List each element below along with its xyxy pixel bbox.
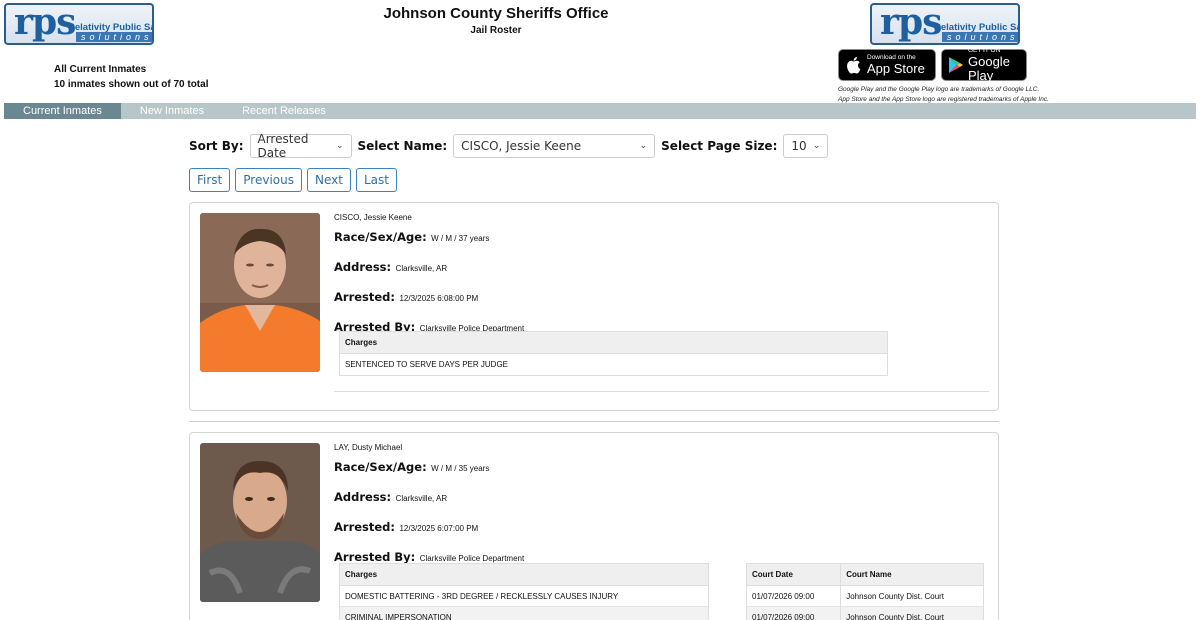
inmate-name: LAY, Dusty Michael: [334, 443, 403, 452]
charges-header: Charges: [340, 332, 887, 354]
name-select[interactable]: CISCO, Jessie Keene ⌄: [453, 134, 656, 158]
charges-table: Charges SENTENCED TO SERVE DAYS PER JUDG…: [339, 331, 888, 376]
court-table: Court Date Court Name 01/07/2026 09:00 J…: [746, 563, 984, 620]
page-title: Johnson County Sheriffs Office: [383, 5, 609, 22]
address-value: Clarksville, AR: [395, 264, 448, 273]
charges-table: Charges DOMESTIC BATTERING - 3RD DEGREE …: [339, 563, 709, 620]
previous-button[interactable]: Previous: [235, 168, 302, 192]
next-button[interactable]: Next: [306, 168, 351, 192]
name-label: Select Name:: [357, 139, 448, 153]
address-label: Address:: [334, 490, 392, 504]
sort-select[interactable]: Arrested Date ⌄: [249, 132, 352, 160]
inmate-info: CISCO, Jessie Keene Race/Sex/Age: W / M …: [334, 213, 524, 345]
address-row: Address: Clarksville, AR: [334, 258, 524, 276]
summary-count: 10 inmates shown out of 70 total: [54, 79, 209, 90]
page-subtitle: Jail Roster: [470, 25, 522, 36]
app-store-text: Download on the App Store: [867, 54, 925, 76]
rsa-value: W / M / 35 years: [431, 464, 490, 473]
court-name-header: Court Name: [841, 564, 983, 586]
arrested-value: 12/3/2025 6:08:00 PM: [399, 294, 479, 303]
inmate-info: LAY, Dusty Michael Race/Sex/Age: W / M /…: [334, 443, 524, 575]
summary-heading: All Current Inmates: [54, 64, 147, 75]
card-divider: [334, 391, 989, 392]
inmate-card: LAY, Dusty Michael Race/Sex/Age: W / M /…: [189, 432, 999, 620]
tab-current-inmates[interactable]: Current Inmates: [4, 103, 121, 119]
page-size-value: 10: [791, 139, 807, 153]
inmate-name: CISCO, Jessie Keene: [334, 213, 412, 222]
name-value: CISCO, Jessie Keene: [461, 139, 582, 153]
arrested-row: Arrested: 12/3/2025 6:08:00 PM: [334, 288, 524, 306]
chevron-down-icon: ⌄: [335, 141, 344, 151]
address-label: Address:: [334, 260, 392, 274]
charge-row: CRIMINAL IMPERSONATION: [340, 607, 708, 620]
chevron-down-icon: ⌄: [639, 141, 648, 151]
charges-header: Charges: [340, 564, 708, 586]
google-play-icon: [949, 57, 963, 73]
rsa-label: Race/Sex/Age:: [334, 460, 427, 474]
rsa-row: Race/Sex/Age: W / M / 35 years: [334, 458, 524, 476]
google-play-text: GET IT ON Google Play: [968, 47, 1020, 83]
roster-tabs: Current Inmates New Inmates Recent Relea…: [4, 103, 1196, 119]
trademark-notice: Google Play and the Google Play logo are…: [838, 85, 1049, 105]
address-value: Clarksville, AR: [395, 494, 448, 503]
inmate-card: CISCO, Jessie Keene Race/Sex/Age: W / M …: [189, 202, 999, 411]
card-separator: [189, 421, 999, 422]
rsa-value: W / M / 37 years: [431, 234, 490, 243]
charge-row: DOMESTIC BATTERING - 3RD DEGREE / RECKLE…: [340, 586, 708, 607]
filter-controls: Sort By: Arrested Date ⌄ Select Name: CI…: [189, 132, 834, 160]
inmate-photo: [200, 443, 320, 602]
apple-icon: [847, 57, 861, 74]
sort-value: Arrested Date: [257, 132, 309, 160]
trademark-google: Google Play and the Google Play logo are…: [838, 86, 1040, 93]
chevron-down-icon: ⌄: [812, 141, 821, 151]
court-date-cell: 01/07/2026 09:00: [747, 607, 841, 620]
arrested-by-label: Arrested By:: [334, 550, 416, 564]
court-date-cell: 01/07/2026 09:00: [747, 586, 841, 607]
arrested-label: Arrested:: [334, 290, 396, 304]
court-date-header: Court Date: [747, 564, 841, 586]
google-play-badge[interactable]: GET IT ON Google Play: [941, 47, 1027, 83]
pagination: First Previous Next Last: [189, 168, 402, 192]
tab-recent-releases[interactable]: Recent Releases: [223, 103, 345, 119]
inmate-photo: [200, 213, 320, 372]
sort-label: Sort By:: [189, 139, 244, 153]
rsa-label: Race/Sex/Age:: [334, 230, 427, 244]
roster-summary: All Current Inmates 10 inmates shown out…: [54, 62, 208, 92]
first-button[interactable]: First: [189, 168, 231, 192]
arrested-by-value: Clarksville Police Department: [419, 554, 525, 563]
charge-row: SENTENCED TO SERVE DAYS PER JUDGE: [345, 360, 509, 369]
google-play-big: Google Play: [968, 54, 1010, 83]
page-size-select[interactable]: 10 ⌄: [783, 134, 829, 158]
address-row: Address: Clarksville, AR: [334, 488, 524, 506]
app-store-big: App Store: [867, 61, 925, 76]
app-store-badge[interactable]: Download on the App Store: [838, 49, 936, 81]
tab-new-inmates[interactable]: New Inmates: [121, 103, 223, 119]
court-name-cell: Johnson County Dist. Court: [841, 586, 983, 607]
arrested-row: Arrested: 12/3/2025 6:07:00 PM: [334, 518, 524, 536]
court-name-cell: Johnson County Dist. Court: [841, 607, 983, 620]
rsa-row: Race/Sex/Age: W / M / 37 years: [334, 228, 524, 246]
last-button[interactable]: Last: [355, 168, 397, 192]
page-size-label: Select Page Size:: [661, 139, 778, 153]
arrested-label: Arrested:: [334, 520, 396, 534]
arrested-value: 12/3/2025 6:07:00 PM: [399, 524, 479, 533]
